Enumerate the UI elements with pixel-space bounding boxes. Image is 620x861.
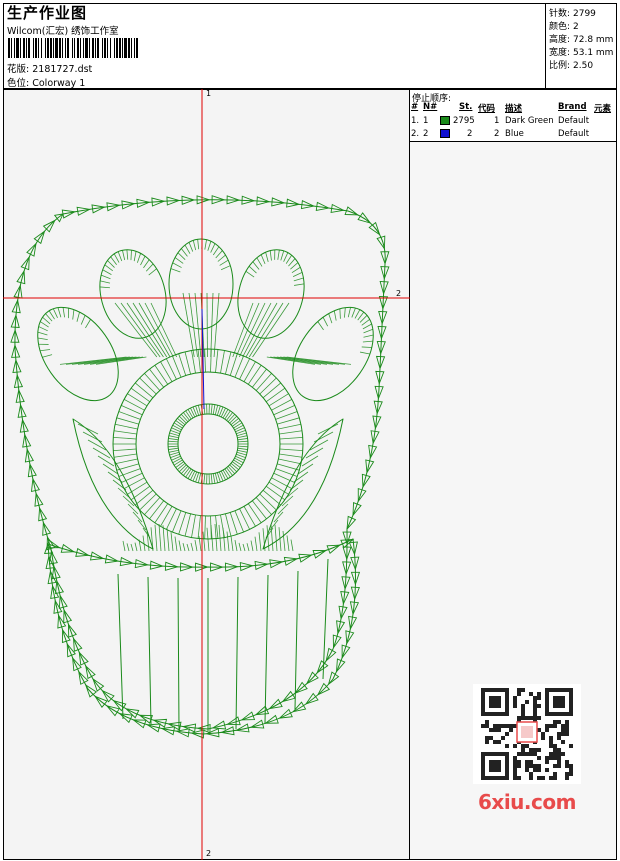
- row-2-index: 2.: [411, 129, 420, 139]
- col-needle: N#: [423, 102, 438, 112]
- axis-label-right: 2: [396, 289, 402, 298]
- stitch-direction-arrows: [10, 195, 390, 739]
- axis-label-bottom: 2: [206, 849, 212, 858]
- colorway-label: 色位:: [7, 78, 30, 89]
- watermark-logo: 6xiu.com: [478, 790, 576, 814]
- col-index: #: [411, 102, 419, 112]
- row-2-stitches: 2: [467, 129, 473, 139]
- col-element: 元素: [594, 104, 612, 114]
- toe-2: [99, 249, 167, 339]
- design-file-line: 花版: 2181727.dst: [7, 61, 92, 75]
- embroidery-design: [3, 89, 410, 860]
- palm-inner-ring: [167, 403, 249, 485]
- col-stitches: St.: [459, 102, 473, 112]
- stat-scale: 比例: 2.50: [549, 61, 594, 71]
- col-brand: Brand: [558, 102, 587, 112]
- colorway-line: 色位: Colorway 1: [7, 75, 85, 89]
- toe-5: [292, 306, 374, 402]
- stat-colors: 颜色: 2: [549, 22, 579, 32]
- bowl-fill-lines: [117, 558, 329, 731]
- col-description: 描述: [505, 104, 523, 114]
- row-1-brand: Default: [558, 116, 590, 126]
- palm-mid-ring: [135, 371, 281, 517]
- palm-core-ring: [177, 413, 239, 475]
- satin-hatching: [37, 239, 374, 552]
- row-1-index: 1.: [411, 116, 420, 126]
- row-2-color-swatch: [440, 129, 450, 138]
- design-file-name: 2181727.dst: [32, 64, 93, 75]
- stat-width: 宽度: 53.1 mm: [549, 48, 614, 58]
- stat-height: 高度: 72.8 mm: [549, 35, 614, 45]
- col-code: 代码: [478, 104, 496, 114]
- axis-label-top: 1: [206, 89, 212, 98]
- row-2-description: Blue: [505, 129, 524, 139]
- colorway-name: Colorway 1: [32, 78, 86, 89]
- row-1-stitches: 2795: [453, 116, 475, 126]
- barcode-image: [8, 38, 138, 58]
- stat-stitches: 针数: 2799: [549, 9, 596, 19]
- design-file-label: 花版:: [7, 64, 30, 75]
- qr-code-image: [473, 684, 581, 784]
- row-1-needle: 1: [423, 116, 429, 126]
- toe-1: [37, 306, 119, 402]
- page-title: 生产作业图: [7, 4, 88, 22]
- row-1-description: Dark Green: [505, 116, 554, 126]
- outer-outline: [14, 199, 386, 730]
- row-1-color-swatch: [440, 116, 450, 125]
- studio-name: Wilcom(汇宏) 绣饰工作室: [7, 26, 119, 37]
- row-2-code: 2: [494, 129, 500, 139]
- palm-outer-ring: [112, 348, 304, 540]
- row-1-code: 1: [494, 116, 500, 126]
- toe-3: [168, 238, 234, 330]
- row-2-brand: Default: [558, 129, 590, 139]
- row-2-needle: 2: [423, 129, 429, 139]
